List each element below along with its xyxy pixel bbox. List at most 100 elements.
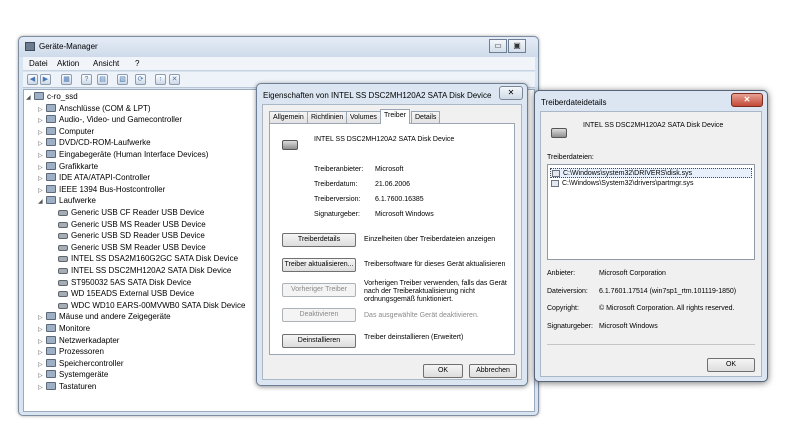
- tree-device-item[interactable]: Generic USB SD Reader USB Device: [50, 230, 205, 241]
- tree-category-item[interactable]: ▷ Monitore: [38, 323, 90, 334]
- tree-item-label: WDC WD10 EARS-00MVWB0 SATA Disk Device: [71, 300, 246, 310]
- tree-category-item[interactable]: ▷ Anschlüsse (COM & LPT): [38, 103, 151, 114]
- tree-device-item[interactable]: INTEL SS DSA2M160G2GC SATA Disk Device: [50, 253, 238, 264]
- tree-device-item[interactable]: INTEL SS DSC2MH120A2 SATA Disk Device: [50, 265, 231, 276]
- tree-category-item[interactable]: ▷ Systemgeräte: [38, 369, 108, 380]
- tree-item-label: Generic USB SM Reader USB Device: [71, 242, 206, 252]
- field-value-version: 6.1.7600.16385: [375, 196, 424, 203]
- show-hidden-icon[interactable]: ▤: [97, 74, 108, 85]
- rollback-driver-button[interactable]: Vorheriger Treiber: [282, 283, 356, 297]
- uninstall-driver-button[interactable]: Deinstallieren: [282, 334, 356, 348]
- tree-category-item[interactable]: ▷ Tastaturen: [38, 381, 96, 392]
- tree-device-item[interactable]: Generic USB MS Reader USB Device: [50, 219, 206, 230]
- tree-category-item[interactable]: ▷ DVD/CD-ROM-Laufwerke: [38, 137, 151, 148]
- menu-ansicht[interactable]: Ansicht: [93, 59, 119, 68]
- help-icon[interactable]: ?: [81, 74, 92, 85]
- tree-root-item[interactable]: ◢ c-ro_ssd: [26, 91, 78, 102]
- disk-drive-icon: [58, 279, 68, 286]
- driver-details-button[interactable]: Treiberdetails: [282, 233, 356, 247]
- tree-item-label: Generic USB MS Reader USB Device: [71, 219, 206, 229]
- tree-category-item[interactable]: ▷ Eingabegeräte (Human Interface Devices): [38, 149, 208, 160]
- driver-file-item[interactable]: C:\Windows\System32\drivers\partmgr.sys: [550, 179, 693, 189]
- device-name: INTEL SS DSC2MH120A2 SATA Disk Device: [314, 136, 455, 143]
- file-details-close-button[interactable]: ✕: [731, 93, 763, 107]
- file-details-ok-button[interactable]: OK: [707, 358, 755, 372]
- device-category-icon: [46, 115, 56, 124]
- properties-cancel-button[interactable]: Abbrechen: [469, 364, 517, 378]
- tree-device-item[interactable]: WD 15EADS External USB Device: [50, 288, 194, 299]
- tree-item-label: IDE ATA/ATAPI-Controller: [59, 173, 150, 183]
- tree-category-item[interactable]: ▷ Speichercontroller: [38, 358, 123, 369]
- device-category-icon: [46, 335, 56, 344]
- info-value-file-version: 6.1.7601.17514 (win7sp1_rtm.101119-1850): [599, 288, 737, 295]
- disk-drive-icon: [58, 302, 68, 309]
- disk-drive-icon: [58, 268, 68, 274]
- tree-item-label: Mäuse und andere Zeigegeräte: [59, 312, 171, 322]
- driver-file-item[interactable]: C:\Windows\system32\DRIVERS\disk.sys: [550, 168, 752, 178]
- uninstall-icon[interactable]: ✕: [169, 74, 180, 85]
- device-category-icon: [46, 382, 56, 390]
- tree-category-item[interactable]: ▷ Computer: [38, 126, 94, 137]
- info-label-provider: Anbieter:: [547, 270, 576, 277]
- close-icon: ✕: [507, 88, 515, 97]
- info-value-provider: Microsoft Corporation: [599, 270, 666, 277]
- tree-category-item[interactable]: ▷ Audio-, Video- und Gamecontroller: [38, 114, 182, 125]
- field-value-provider: Microsoft: [375, 166, 404, 173]
- expand-toggle-icon[interactable]: ◢: [26, 93, 34, 104]
- properties-body: Allgemein Richtlinien Volumes Treiber De…: [262, 104, 522, 380]
- field-value-signer: Microsoft Windows: [375, 211, 434, 218]
- menu-datei[interactable]: Datei: [29, 59, 48, 68]
- tree-device-item[interactable]: Generic USB SM Reader USB Device: [50, 242, 206, 253]
- update-driver-icon[interactable]: ↑: [155, 74, 166, 85]
- device-category-icon: [46, 161, 56, 170]
- tree-category-item[interactable]: ▷ IDE ATA/ATAPI-Controller: [38, 172, 150, 183]
- maximize-button[interactable]: ▣: [508, 39, 526, 53]
- tree-category-item[interactable]: ▷ Mäuse und andere Zeigegeräte: [38, 311, 171, 322]
- tree-item-label: Monitore: [59, 324, 91, 333]
- menu-aktion[interactable]: Aktion: [57, 59, 79, 68]
- device-category-icon: [46, 358, 56, 367]
- info-value-copyright: © Microsoft Corporation. All rights rese…: [599, 305, 735, 312]
- tree-category-item[interactable]: ▷ Prozessoren: [38, 346, 104, 357]
- tab-details[interactable]: Details: [411, 111, 441, 123]
- restore-button[interactable]: ▭: [489, 39, 507, 53]
- tab-richtlinien[interactable]: Richtlinien: [307, 111, 348, 123]
- forward-icon[interactable]: ▶: [40, 74, 51, 85]
- tree-device-item[interactable]: ST950032 5AS SATA Disk Device: [50, 277, 191, 288]
- disable-device-button[interactable]: Deaktivieren: [282, 308, 356, 322]
- driver-tab-panel: INTEL SS DSC2MH120A2 SATA Disk Device Tr…: [269, 123, 515, 355]
- expand-toggle-icon[interactable]: ◢: [38, 197, 46, 208]
- tree-device-item[interactable]: Generic USB CF Reader USB Device: [50, 207, 204, 218]
- computer-icon: [34, 92, 44, 100]
- menu-help[interactable]: ?: [135, 59, 139, 68]
- tree-device-item[interactable]: WDC WD10 EARS-00MVWB0 SATA Disk Device: [50, 300, 245, 311]
- device-manager-titlebar[interactable]: Geräte-Manager ▭ ▣: [19, 37, 538, 57]
- field-label-version: Treiberversion:: [314, 196, 361, 203]
- tab-volumes[interactable]: Volumes: [346, 111, 381, 123]
- field-label-date: Treiberdatum:: [314, 181, 358, 188]
- properties-icon[interactable]: ▦: [61, 74, 72, 85]
- tree-item-label: Netzwerkadapter: [59, 335, 120, 345]
- tab-treiber[interactable]: Treiber: [380, 109, 410, 124]
- back-icon[interactable]: ◀: [27, 74, 38, 85]
- update-driver-button[interactable]: Treiber aktualisieren...: [282, 258, 356, 272]
- tree-item-label: Grafikkarte: [59, 161, 99, 171]
- tab-allgemein[interactable]: Allgemein: [269, 111, 308, 123]
- tree-category-item[interactable]: ◢ Laufwerke: [38, 195, 96, 206]
- tree-category-item[interactable]: ▷ Grafikkarte: [38, 161, 98, 172]
- menu-bar: Datei Aktion Ansicht ?: [23, 57, 535, 71]
- tree-category-item[interactable]: ▷ IEEE 1394 Bus-Hostcontroller: [38, 184, 165, 195]
- window-title: Geräte-Manager: [39, 42, 98, 51]
- scan-hardware-icon[interactable]: ⟳: [135, 74, 146, 85]
- properties-ok-button[interactable]: OK: [423, 364, 463, 378]
- tree-category-item[interactable]: ▷ Netzwerkadapter: [38, 335, 119, 346]
- device-category-icon: [46, 370, 56, 379]
- refresh-icon[interactable]: ▧: [117, 74, 128, 85]
- driver-files-list[interactable]: C:\Windows\system32\DRIVERS\disk.sys C:\…: [547, 164, 755, 260]
- expand-toggle-icon[interactable]: ▷: [38, 383, 46, 394]
- properties-close-button[interactable]: ✕: [499, 86, 523, 100]
- device-category-icon: [46, 324, 56, 332]
- driver-file-path: C:\Windows\system32\DRIVERS\disk.sys: [563, 170, 693, 177]
- driver-file-path: C:\Windows\System32\drivers\partmgr.sys: [562, 180, 694, 187]
- tree-item-label: WD 15EADS External USB Device: [71, 289, 195, 299]
